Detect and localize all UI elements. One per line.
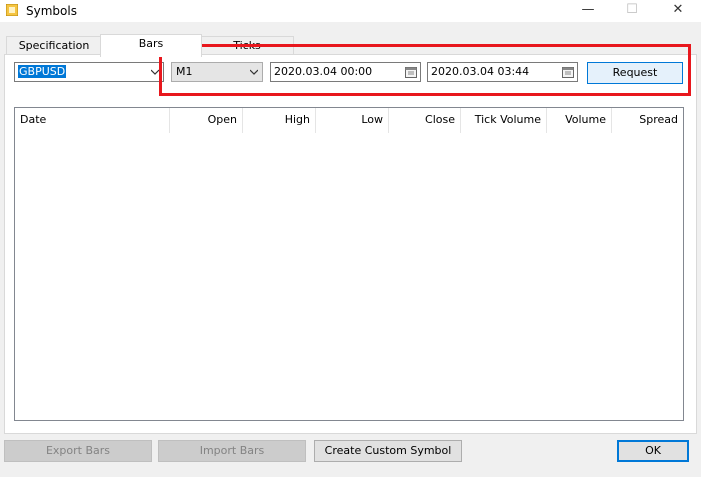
column-header-open[interactable]: Open [170, 108, 243, 133]
column-header-low[interactable]: Low [316, 108, 389, 133]
bars-table[interactable]: Date Open High Low Close Tick Volume Vol… [14, 107, 684, 421]
chevron-down-icon [151, 69, 159, 75]
symbol-select-value: GBPUSD [18, 65, 67, 78]
tab-specification[interactable]: Specification [6, 36, 102, 55]
app-icon [6, 4, 18, 16]
column-header-high[interactable]: High [243, 108, 316, 133]
ok-button[interactable]: OK [617, 440, 689, 462]
import-bars-button[interactable]: Import Bars [158, 440, 306, 462]
title-bar: Symbols — ☐ ✕ [0, 0, 701, 22]
column-header-spread[interactable]: Spread [612, 108, 683, 133]
column-header-date[interactable]: Date [15, 108, 170, 133]
symbol-select[interactable]: GBPUSD [14, 62, 164, 82]
maximize-button[interactable]: ☐ [610, 0, 654, 22]
tab-bars[interactable]: Bars [100, 34, 202, 57]
minimize-button[interactable]: — [566, 0, 610, 22]
symbols-window: Symbols — ☐ ✕ Specification Bars Ticks G… [0, 0, 701, 477]
column-header-close[interactable]: Close [389, 108, 461, 133]
create-custom-symbol-button[interactable]: Create Custom Symbol [314, 440, 462, 462]
export-bars-button[interactable]: Export Bars [4, 440, 152, 462]
highlight-box [159, 44, 691, 96]
window-title: Symbols [26, 4, 77, 18]
column-header-tick-volume[interactable]: Tick Volume [461, 108, 547, 133]
column-header-volume[interactable]: Volume [547, 108, 612, 133]
close-button[interactable]: ✕ [656, 0, 700, 22]
